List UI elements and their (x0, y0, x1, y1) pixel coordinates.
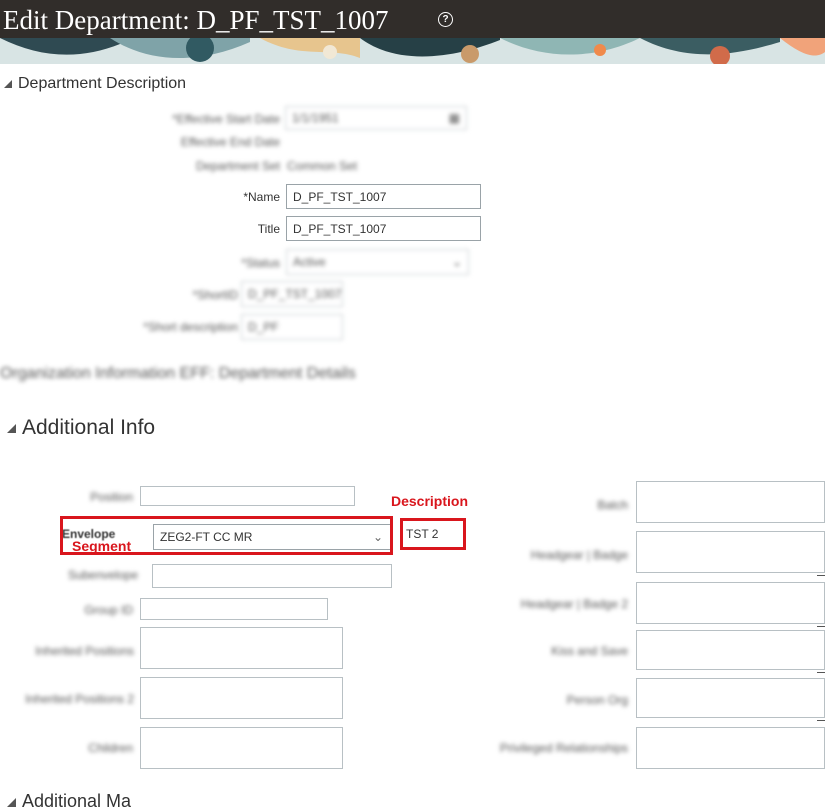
shortdesc-input[interactable]: D_PF (241, 314, 343, 340)
name-label: *Name (243, 190, 280, 204)
title-input[interactable]: D_PF_TST_1007 (286, 216, 481, 241)
shortdesc-label: *Short description (143, 320, 238, 334)
headgear-badge-textarea[interactable] (636, 531, 825, 573)
shortid-label: *ShortID (192, 288, 238, 302)
description-annotation: Description (391, 493, 469, 509)
description-value: TST 2 (406, 527, 439, 541)
dept-section-header[interactable]: Department Description (4, 75, 186, 93)
page-title: Edit Department: D_PF_TST_1007 (3, 5, 389, 35)
dept-set-value: Common Set (287, 159, 358, 173)
org-info-title: Organization Information EFF: Department… (0, 365, 356, 382)
segment-annotation: Segment (72, 538, 132, 554)
status-label: *Status (241, 256, 280, 270)
position-input[interactable] (140, 486, 355, 506)
kiss-and-save-textarea[interactable] (636, 630, 825, 670)
collapse-triangle-icon (7, 423, 16, 433)
dept-section-title: Department Description (18, 75, 187, 92)
effective-end-label: Effective End Date (180, 135, 280, 149)
headgear-badge-label: Headgear | Badge (530, 548, 628, 562)
subenvelope-label: Subenvelope (67, 568, 138, 582)
headgear-badge-2-label: Headgear | Badge 2 (520, 597, 628, 611)
banner-art (0, 38, 825, 64)
title-label: Title (257, 222, 280, 236)
person-org-textarea[interactable] (636, 678, 825, 718)
name-input[interactable]: D_PF_TST_1007 (286, 184, 481, 209)
effective-start-label: *Effective Start Date (172, 112, 280, 126)
group-id-select[interactable] (140, 598, 328, 620)
next-section-title: Additional Ma (22, 791, 132, 811)
help-icon[interactable]: ? (438, 12, 453, 27)
kiss-and-save-label: Kiss and Save (551, 644, 628, 658)
collapse-triangle-icon (7, 797, 16, 807)
resize-handle-icon[interactable] (817, 720, 825, 721)
collapse-triangle-icon (4, 79, 12, 88)
shortid-input[interactable]: D_PF_TST_1007 (241, 281, 343, 307)
children-label: Children (88, 741, 133, 755)
batch-label: Batch (597, 498, 628, 512)
person-org-label: Person Org (566, 693, 628, 707)
children-textarea[interactable] (140, 727, 343, 769)
chevron-down-icon: ⌄ (451, 255, 462, 269)
additional-info-title: Additional Info (22, 416, 156, 439)
headgear-badge-2-textarea[interactable] (636, 582, 825, 624)
position-label: Position (90, 490, 133, 504)
resize-handle-icon[interactable] (817, 575, 825, 576)
decorative-banner (0, 38, 825, 64)
inherited-positions-2-textarea[interactable] (140, 677, 343, 719)
status-select[interactable]: Active ⌄ (286, 249, 469, 275)
inherited-positions-2-label: Inherited Positions 2 (25, 692, 134, 706)
page-header: Edit Department: D_PF_TST_1007 ? (0, 0, 825, 38)
next-section-header[interactable]: Additional Ma (7, 791, 131, 812)
resize-handle-icon[interactable] (817, 626, 825, 627)
group-id-label: Group ID (84, 603, 133, 617)
batch-textarea[interactable] (636, 481, 825, 523)
subenvelope-select[interactable] (152, 564, 392, 588)
dept-set-label: Department Set (195, 159, 280, 173)
inherited-positions-textarea[interactable] (140, 627, 343, 669)
inherited-positions-label: Inherited Positions (35, 644, 134, 658)
privileged-relationships-textarea[interactable] (636, 727, 825, 769)
calendar-icon[interactable]: ▦ (449, 107, 460, 129)
effective-start-input[interactable]: 1/1/1951 ▦ (285, 106, 467, 130)
additional-info-header[interactable]: Additional Info (7, 416, 155, 440)
resize-handle-icon[interactable] (817, 672, 825, 673)
privileged-relationships-label: Privileged Relationships (499, 741, 628, 755)
